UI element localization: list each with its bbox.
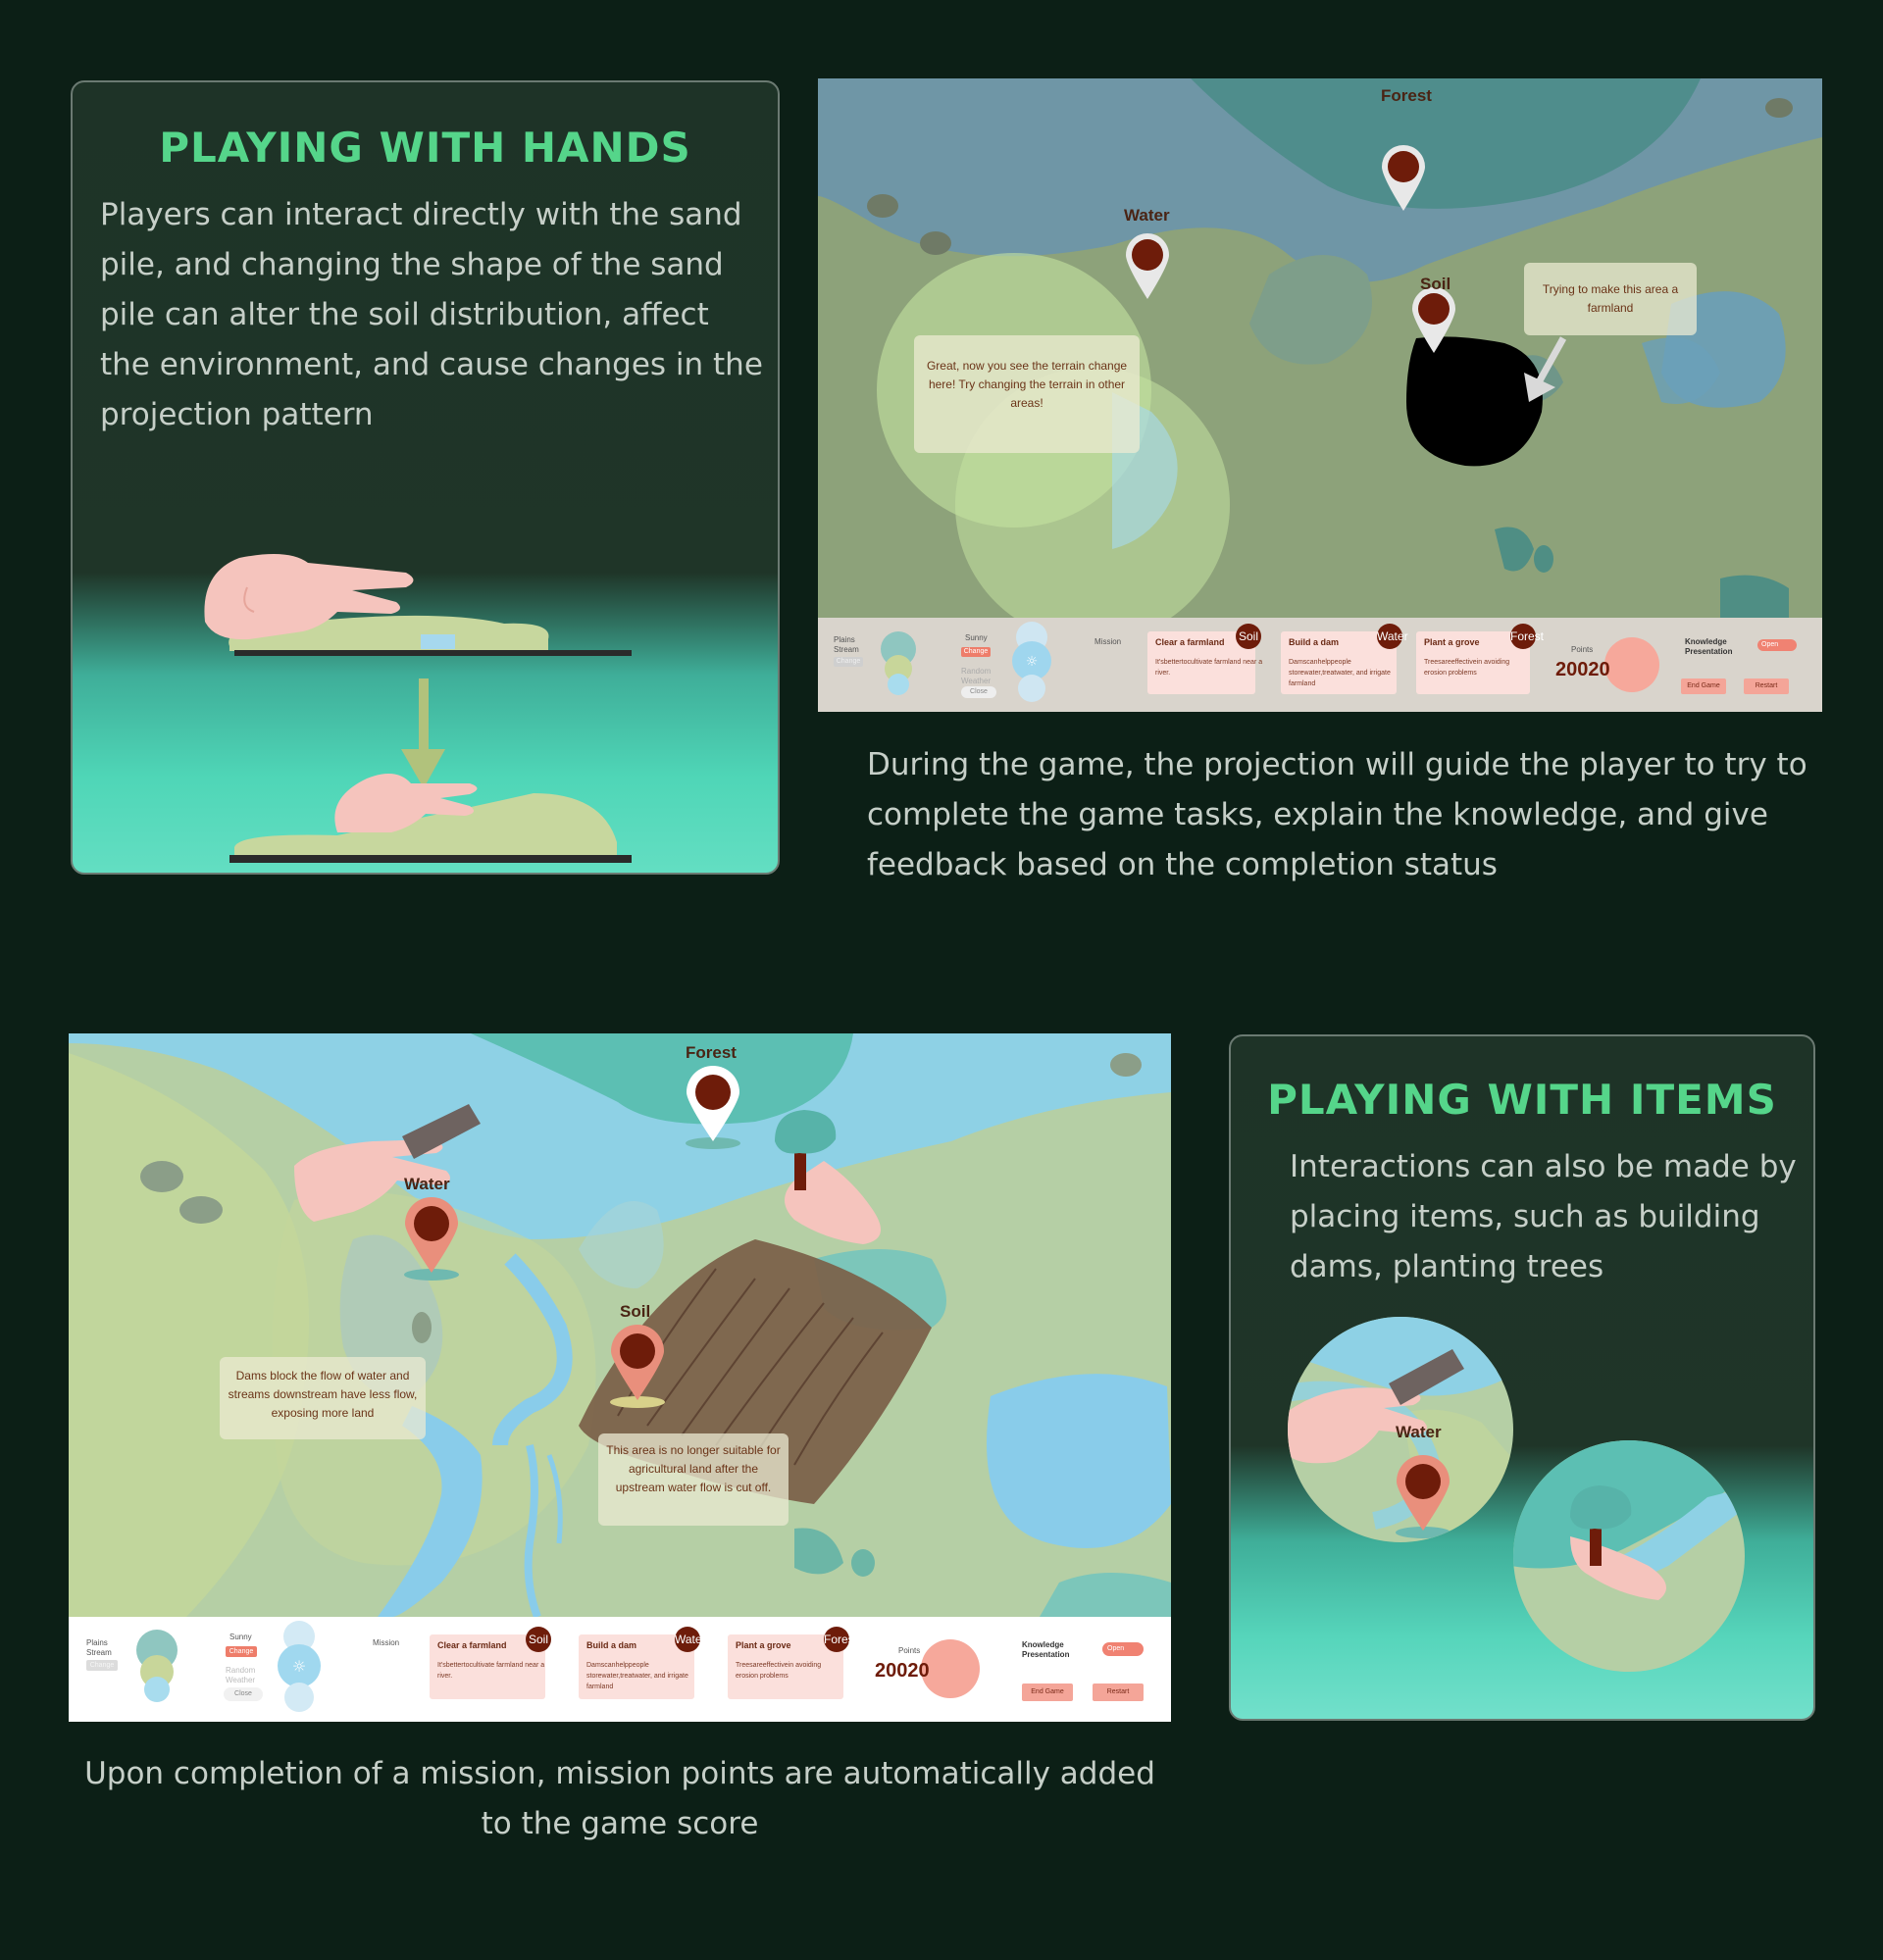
tree-zoom-circle xyxy=(1513,1440,1745,1672)
weather-change-button[interactable]: Change xyxy=(961,647,991,657)
knowledge-toggle[interactable]: Open xyxy=(1757,639,1797,651)
hands-card-body: Players can interact directly with the s… xyxy=(100,197,763,432)
points-label: Points xyxy=(1571,645,1594,654)
mission-desc: It'sbettertocultivate farmland near a ri… xyxy=(1155,659,1263,677)
svg-text:☼: ☼ xyxy=(1026,654,1039,670)
mission-card-dam[interactable]: Build a dam Damscanhelppeople storewater… xyxy=(1281,624,1408,694)
terrain-change-button[interactable]: Change xyxy=(86,1660,118,1671)
mission-card-dam[interactable]: Build a dam Damscanhelppeople storewater… xyxy=(579,1627,706,1699)
forest-pin-label: Forest xyxy=(686,1043,737,1062)
knowledge-toggle[interactable]: Open xyxy=(1102,1642,1144,1656)
game-hud-2: Plains Stream Change Sunny Change Random… xyxy=(69,1617,1171,1722)
terrain-change-button[interactable]: Change xyxy=(834,657,863,667)
terrain-icon xyxy=(136,1630,178,1702)
svg-text:☼: ☼ xyxy=(292,1657,306,1676)
mission-title: Plant a grove xyxy=(1424,637,1480,647)
hands-illustration xyxy=(204,554,632,863)
weather-label: Sunny xyxy=(229,1633,252,1641)
mission-card-farmland[interactable]: Clear a farmland It'sbettertocultivate f… xyxy=(430,1627,551,1699)
knowledge-label: Knowledge Presentation xyxy=(1685,637,1733,656)
mission-title: Clear a farmland xyxy=(437,1640,507,1650)
water-pin-label: Water xyxy=(404,1175,450,1193)
terrain-label: Plains Stream xyxy=(834,635,859,654)
soil-pin-label: Soil xyxy=(1420,275,1451,293)
info-note-right: This area is no longer suitable for agri… xyxy=(598,1433,789,1526)
projection-screenshot-1: Forest Water Soil Great, now you see the… xyxy=(818,78,1822,712)
mission-desc: Treesareeffectivein avoiding erosion pro… xyxy=(1424,659,1510,677)
sunny-icon: ☼ xyxy=(1012,622,1051,702)
mission-card-grove[interactable]: Plant a grove Treesareeffectivein avoidi… xyxy=(728,1627,857,1699)
sunny-icon: ☼ xyxy=(278,1621,321,1712)
game-hud-1: Plains Stream Change Sunny Change Random… xyxy=(818,618,1822,712)
playing-with-hands-card: PLAYING WITH HANDS Players can interact … xyxy=(71,80,780,875)
caption-top: During the game, the projection will gui… xyxy=(867,747,1807,882)
points-value: 20020 xyxy=(1555,659,1610,680)
terrain-map-2 xyxy=(69,1033,1171,1617)
random-weather-toggle[interactable]: Close xyxy=(961,686,996,698)
points-label: Points xyxy=(898,1646,921,1655)
mission-label: Mission xyxy=(373,1638,400,1647)
guide-note-right: Trying to make this area a farmland xyxy=(1524,263,1697,335)
terrain-label: Plains Stream xyxy=(86,1638,112,1657)
mission-desc: Damscanhelppeople storewater,treatwater,… xyxy=(1289,659,1391,687)
random-weather-label: Random Weather xyxy=(961,667,992,685)
mission-desc: Damscanhelppeople storewater,treatwater,… xyxy=(586,1662,688,1690)
forest-pin-label: Forest xyxy=(1381,86,1432,105)
water-pin-label: Water xyxy=(1124,206,1170,225)
random-weather-toggle[interactable]: Close xyxy=(224,1687,263,1701)
zoom-water-pin-label: Water xyxy=(1396,1423,1442,1441)
knowledge-label: Knowledge Presentation xyxy=(1022,1640,1070,1659)
info-note-left: Dams block the flow of water and streams… xyxy=(220,1357,426,1439)
items-card-title: PLAYING WITH ITEMS xyxy=(1267,1076,1777,1124)
mission-title: Build a dam xyxy=(586,1640,637,1650)
hands-card-title: PLAYING WITH HANDS xyxy=(159,124,691,172)
mission-card-farmland[interactable]: Clear a farmland It'sbettertocultivate f… xyxy=(1147,624,1262,694)
soil-badge: Soil xyxy=(526,1627,551,1652)
items-card-body: Interactions can also be made by placing… xyxy=(1290,1149,1797,1284)
forest-badge: Forest xyxy=(824,1627,857,1652)
end-game-button[interactable]: End Game xyxy=(1681,678,1726,694)
weather-change-button[interactable]: Change xyxy=(226,1646,257,1657)
mission-title: Build a dam xyxy=(1289,637,1340,647)
random-weather-label: Random Weather xyxy=(226,1666,256,1684)
end-game-button[interactable]: End Game xyxy=(1022,1684,1073,1701)
forest-badge: Forest xyxy=(1510,624,1544,649)
soil-pin-label: Soil xyxy=(620,1302,651,1321)
restart-button[interactable]: Restart xyxy=(1093,1684,1144,1701)
restart-button[interactable]: Restart xyxy=(1744,678,1789,694)
guide-note-left: Great, now you see the terrain change he… xyxy=(914,335,1140,453)
projection-screenshot-2: Forest Water Soil Dams block the flow of… xyxy=(69,1033,1171,1722)
mission-title: Plant a grove xyxy=(736,1640,791,1650)
mission-desc: Treesareeffectivein avoiding erosion pro… xyxy=(736,1662,822,1680)
mission-title: Clear a farmland xyxy=(1155,637,1225,647)
terrain-icon xyxy=(881,631,916,695)
playing-with-items-card: PLAYING WITH ITEMS Interactions can also… xyxy=(1229,1034,1815,1721)
soil-badge: Soil xyxy=(1236,624,1261,649)
weather-label: Sunny xyxy=(965,633,988,642)
mission-card-grove[interactable]: Plant a grove Treesareeffectivein avoidi… xyxy=(1416,624,1544,694)
water-badge: Water xyxy=(1377,624,1408,649)
mission-label: Mission xyxy=(1094,637,1122,646)
mission-desc: It'sbettertocultivate farmland near a ri… xyxy=(437,1662,545,1680)
water-badge: Water xyxy=(675,1627,706,1652)
points-value: 20020 xyxy=(875,1660,930,1682)
points-circle xyxy=(1604,637,1659,692)
caption-bottom: Upon completion of a mission, mission po… xyxy=(84,1756,1155,1841)
